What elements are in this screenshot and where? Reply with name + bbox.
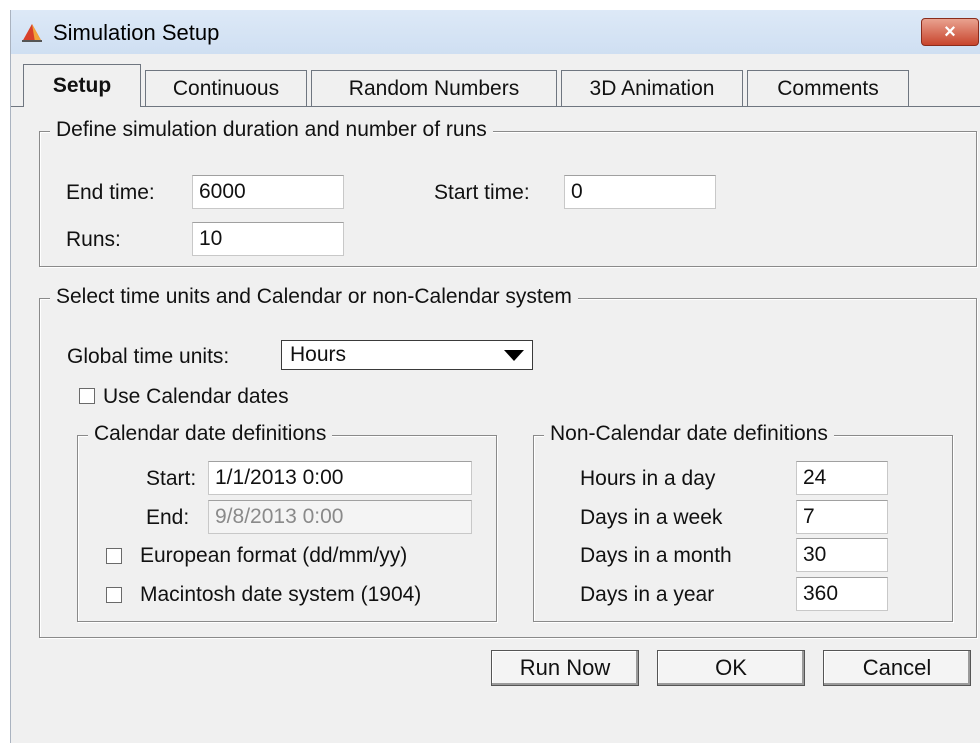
end-time-label: End time: <box>66 181 155 204</box>
tab-comments[interactable]: Comments <box>747 70 909 106</box>
tab-label: Continuous <box>172 76 280 100</box>
european-format-checkbox[interactable] <box>106 548 122 564</box>
close-icon: × <box>944 20 956 43</box>
start-time-label: Start time: <box>434 181 530 204</box>
duration-group: Define simulation duration and number of… <box>39 118 977 267</box>
tab-3d-animation[interactable]: 3D Animation <box>561 70 743 106</box>
tab-label: Comments <box>777 76 879 100</box>
calendar-end-label: End: <box>146 506 190 529</box>
tab-continuous[interactable]: Continuous <box>145 70 307 106</box>
app-icon <box>22 24 42 42</box>
ok-label: OK <box>715 655 747 680</box>
hours-in-day-field[interactable] <box>796 461 888 495</box>
calendar-group-legend: Calendar date definitions <box>88 422 333 446</box>
global-time-units-dropdown[interactable]: Hours <box>281 340 533 370</box>
tab-label: Setup <box>52 74 112 97</box>
non-calendar-definitions-group: Non-Calendar date definitions Hours in a… <box>533 422 953 622</box>
close-button[interactable]: × <box>921 18 979 46</box>
global-time-units-label: Global time units: <box>67 345 230 368</box>
calendar-start-field[interactable] <box>208 461 472 495</box>
days-in-week-field[interactable] <box>796 500 888 534</box>
run-now-button[interactable]: Run Now <box>491 650 639 686</box>
macintosh-date-label: Macintosh date system (1904) <box>140 583 422 606</box>
use-calendar-label: Use Calendar dates <box>103 385 289 408</box>
days-in-year-label: Days in a year <box>580 583 715 606</box>
macintosh-date-checkbox[interactable] <box>106 587 122 603</box>
non-calendar-group-legend: Non-Calendar date definitions <box>544 422 834 446</box>
runs-label: Runs: <box>66 228 121 251</box>
use-calendar-checkbox[interactable] <box>79 388 95 404</box>
cancel-label: Cancel <box>862 655 932 680</box>
calendar-end-field <box>208 500 472 534</box>
days-in-year-field[interactable] <box>796 577 888 611</box>
tab-label: 3D Animation <box>589 76 715 100</box>
start-time-field[interactable] <box>564 175 716 209</box>
hours-in-day-label: Hours in a day <box>580 467 716 490</box>
european-format-label: European format (dd/mm/yy) <box>140 544 408 567</box>
window-title: Simulation Setup <box>53 20 220 45</box>
days-in-month-field[interactable] <box>796 538 888 572</box>
setup-tab-panel: Define simulation duration and number of… <box>23 107 980 743</box>
tab-label: Random Numbers <box>348 76 520 100</box>
time-units-group-legend: Select time units and Calendar or non-Ca… <box>50 285 578 309</box>
run-now-label: Run Now <box>519 655 611 680</box>
calendar-definitions-group: Calendar date definitions Start: End: Eu… <box>77 422 497 622</box>
calendar-start-label: Start: <box>146 467 197 490</box>
cancel-button[interactable]: Cancel <box>823 650 971 686</box>
duration-group-legend: Define simulation duration and number of… <box>50 118 493 142</box>
days-in-week-label: Days in a week <box>580 506 723 529</box>
title-bar[interactable]: Simulation Setup × <box>11 10 980 54</box>
end-time-field[interactable] <box>192 175 344 209</box>
days-in-month-label: Days in a month <box>580 544 732 567</box>
ok-button[interactable]: OK <box>657 650 805 686</box>
screenshot-canvas: Simulation Setup × Setup Continuous Rand… <box>0 0 980 743</box>
global-time-units-value: Hours <box>290 343 347 366</box>
runs-field[interactable] <box>192 222 344 256</box>
tab-random-numbers[interactable]: Random Numbers <box>311 70 557 106</box>
simulation-setup-dialog: Simulation Setup × Setup Continuous Rand… <box>10 10 980 743</box>
chevron-down-icon <box>504 350 524 361</box>
tab-setup[interactable]: Setup <box>23 64 141 107</box>
